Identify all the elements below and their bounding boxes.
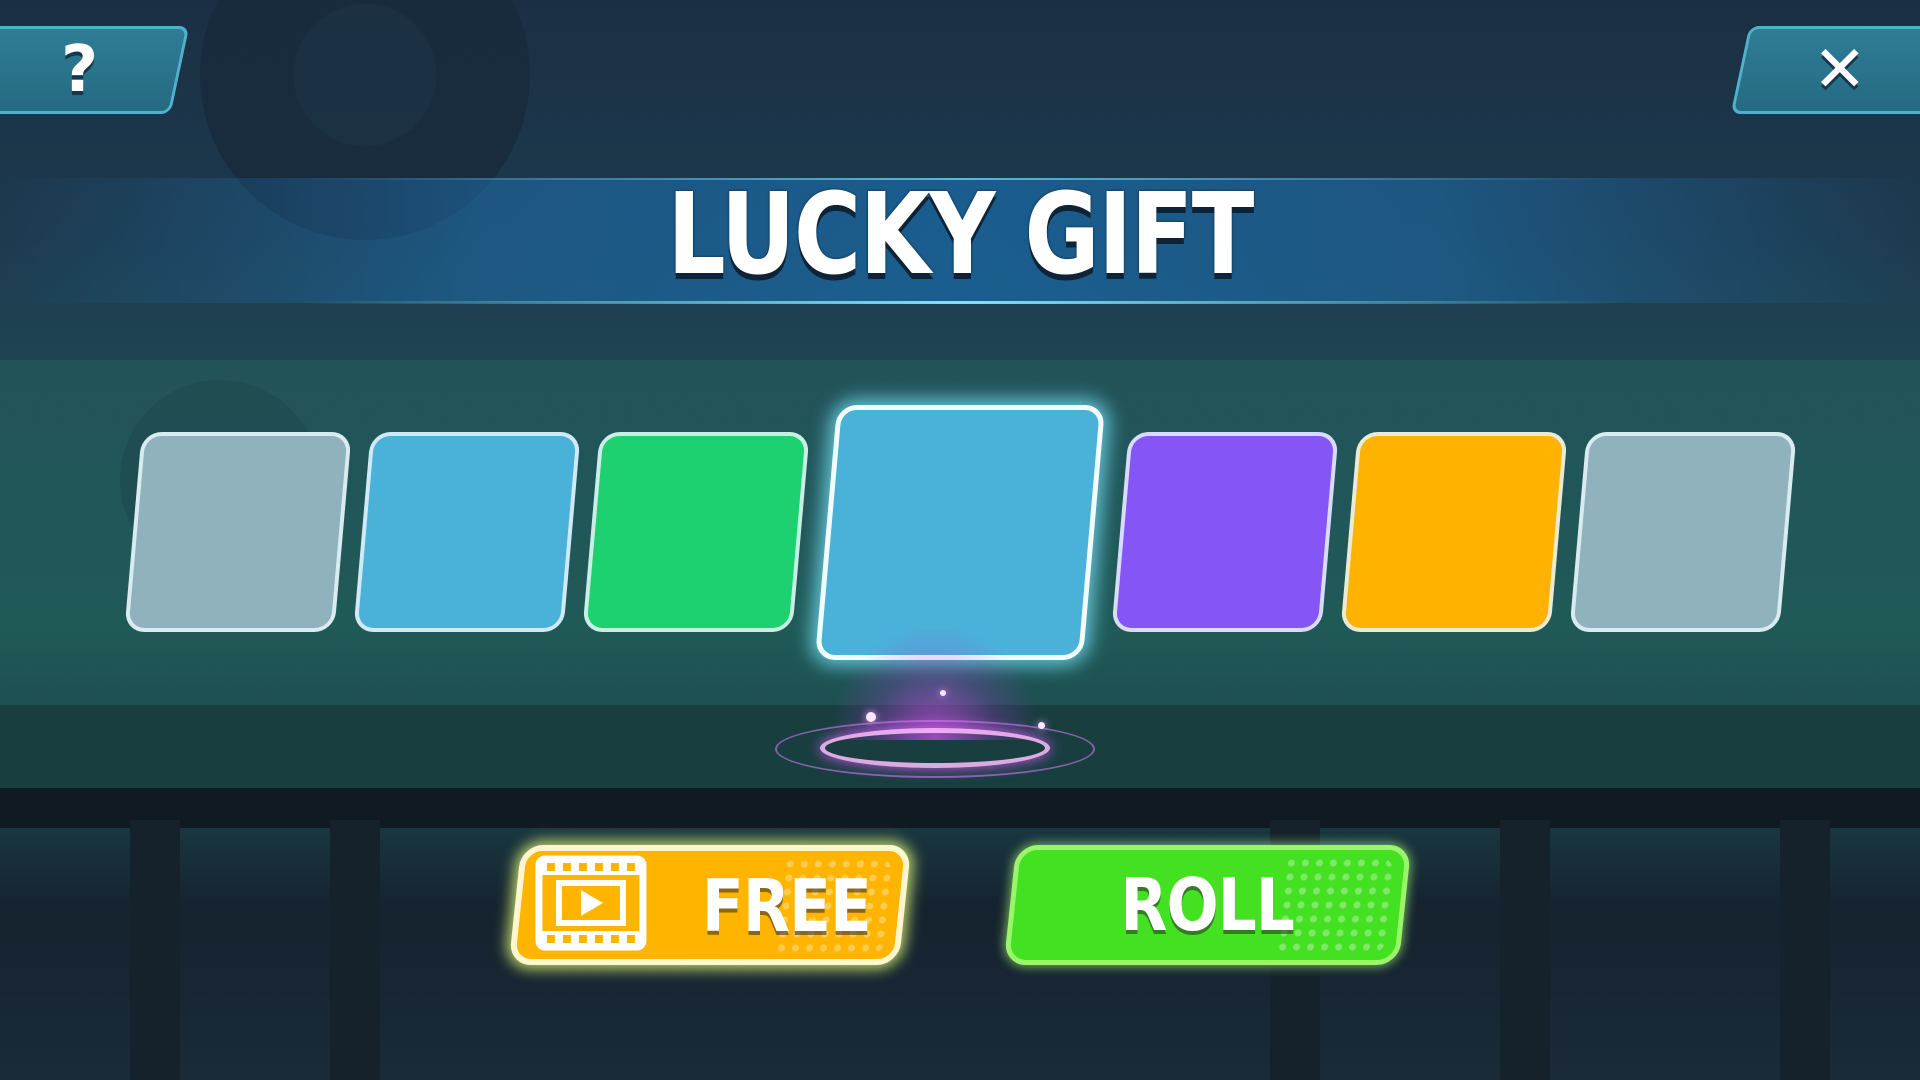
sparkle: [1038, 722, 1045, 729]
selection-portal: [775, 630, 1095, 778]
portal-ring-inner: [820, 728, 1050, 768]
prize-slot: [124, 432, 352, 632]
prize-slots: [0, 0, 1920, 1080]
prize-slot: [582, 432, 810, 632]
prize-slot: [1569, 432, 1797, 632]
roll-button[interactable]: ROLL: [1003, 845, 1412, 965]
prize-slot: [1340, 432, 1568, 632]
prize-slot: [353, 432, 581, 632]
free-button-label: FREE: [701, 863, 871, 947]
sparkle: [940, 690, 946, 696]
video-play-icon: [535, 855, 647, 956]
sparkle: [866, 712, 876, 722]
free-roll-button[interactable]: FREE: [508, 845, 912, 965]
roll-button-label: ROLL: [1120, 863, 1295, 947]
prize-slot: [1111, 432, 1339, 632]
prize-slot-selected: [814, 405, 1106, 660]
